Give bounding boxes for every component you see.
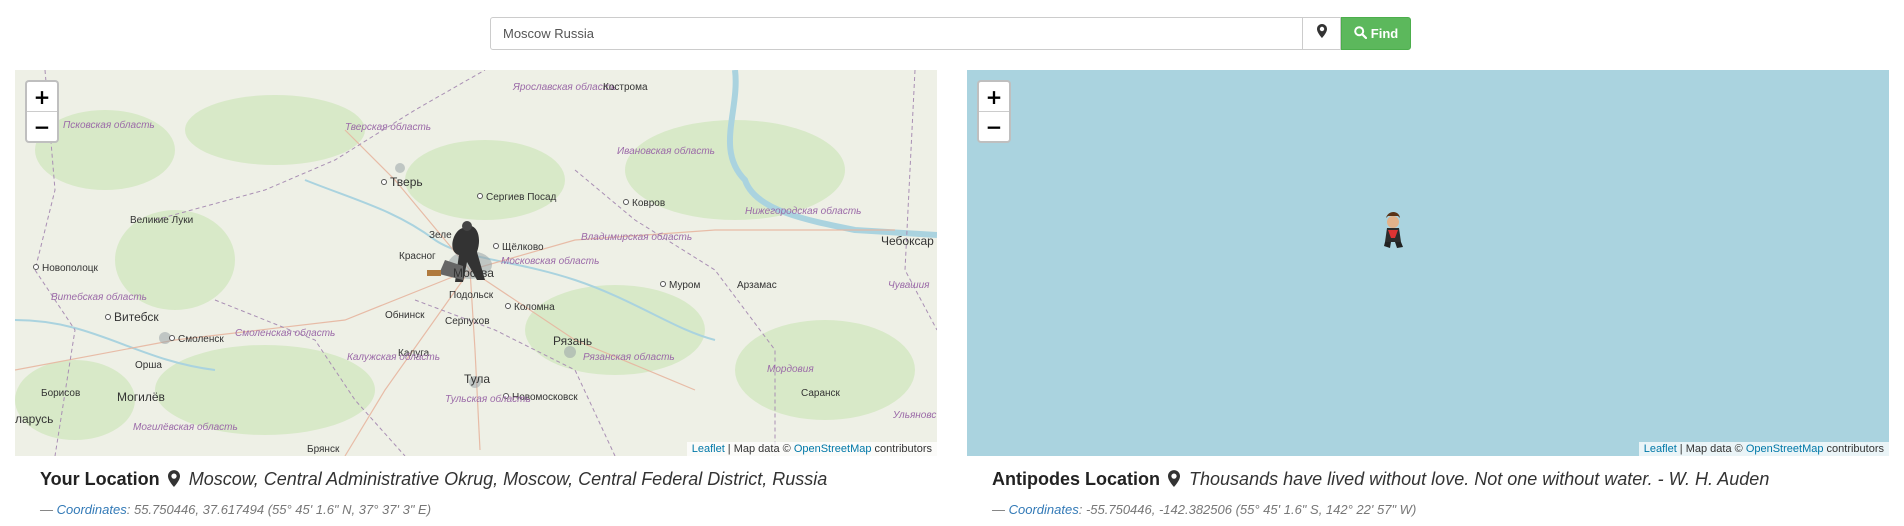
antipodes-caption: Antipodes Location Thousands have lived … (967, 456, 1889, 517)
map-label: Кострома (603, 82, 648, 93)
coord-prefix: — (40, 502, 57, 517)
person-marker (1384, 212, 1403, 248)
attribution-suffix: contributors (1823, 443, 1884, 455)
antipodes-coordinates: — Coordinates: -55.750446, -142.382506 (… (992, 502, 1864, 517)
map-label: Борисов (41, 388, 81, 399)
locate-button[interactable] (1303, 17, 1341, 50)
map-label: Брянск (307, 444, 340, 455)
map-label: Могилёв (117, 390, 165, 404)
zoom-control: + − (25, 80, 59, 143)
map-label: Арзамас (737, 280, 777, 291)
map-label: Чувашия (888, 280, 930, 291)
map-label: Коломна (505, 302, 555, 313)
your-location-map[interactable]: Ярославская область Кострома Псковская о… (15, 70, 937, 456)
your-location-label: Your Location (40, 469, 160, 489)
map-label: Новополоцк (33, 263, 98, 274)
map-label: Тверская область (345, 122, 432, 133)
map-label: ларусь (15, 412, 54, 426)
your-location-caption: Your Location Moscow, Central Administra… (15, 456, 937, 517)
map-label: Ярославская область (513, 82, 617, 93)
map-label: Рязанская область (583, 352, 675, 363)
antipodes-label: Antipodes Location (992, 469, 1160, 489)
map-label: Красног (399, 251, 436, 262)
map-label: Витебская область (51, 292, 147, 303)
coordinates-link[interactable]: Coordinates (1009, 502, 1079, 517)
map-label: Тверь (381, 175, 423, 189)
map-label: Смоленская область (235, 328, 336, 339)
antipodes-map[interactable]: + − Leaflet | Map data © OpenStreetMap c… (967, 70, 1889, 456)
search-input[interactable] (490, 17, 1303, 50)
map-label: Псковская область (63, 120, 155, 131)
coordinates-value: : 55.750446, 37.617494 (55° 45' 1.6" N, … (126, 502, 432, 517)
antipodes-marker-layer (1384, 212, 1403, 248)
map-label: Тульская область (445, 394, 531, 405)
map-label: Смоленск (169, 334, 224, 345)
map-label: Калужская область (347, 352, 441, 363)
map-label: Подольск (449, 290, 494, 301)
map-label: Московская область (501, 256, 600, 267)
attribution-suffix: contributors (871, 443, 932, 455)
zoom-control: + − (977, 80, 1011, 143)
leaflet-link[interactable]: Leaflet (692, 443, 725, 455)
coordinates-link[interactable]: Coordinates (57, 502, 127, 517)
zoom-out-button[interactable]: − (27, 111, 57, 141)
map-label: Серпухов (445, 316, 490, 327)
antipodes-panel: + − Leaflet | Map data © OpenStreetMap c… (967, 70, 1889, 517)
zoom-in-button[interactable]: + (27, 82, 57, 111)
map-marker-icon (167, 470, 180, 492)
openstreetmap-link[interactable]: OpenStreetMap (794, 443, 872, 455)
map-label: Орша (135, 360, 162, 371)
map-label: Обнинск (385, 310, 425, 321)
map-label: Сергиев Посад (477, 192, 556, 203)
map-label: Тула (464, 372, 491, 386)
antipodes-place: Thousands have lived without love. Not o… (1189, 469, 1770, 489)
zoom-in-button[interactable]: + (979, 82, 1009, 111)
map-label: Чебоксар (881, 234, 934, 248)
search-icon (1353, 25, 1367, 42)
map-label: Саранск (801, 388, 840, 399)
coord-prefix: — (992, 502, 1009, 517)
map-marker-icon (1168, 470, 1181, 492)
map-label: Щёлково (493, 242, 544, 253)
coordinates-value: : -55.750446, -142.382506 (55° 45' 1.6" … (1078, 502, 1417, 517)
map-label: Нижегородская область (745, 206, 862, 217)
map-label: Зеле (429, 230, 452, 241)
map-label: Рязань (553, 334, 593, 348)
map-label: Владимирская область (581, 232, 693, 243)
map-attribution: Leaflet | Map data © OpenStreetMap contr… (1638, 442, 1889, 456)
attribution-text: | Map data © (724, 443, 794, 455)
search-bar: Find (490, 17, 1411, 50)
zoom-out-button[interactable]: − (979, 111, 1009, 141)
map-label: Ульяновс область (893, 410, 937, 421)
your-location-panel: Ярославская область Кострома Псковская о… (15, 70, 937, 517)
map-label: Москва (453, 266, 494, 280)
map-marker-icon (1316, 24, 1327, 43)
map-label: Ивановская область (617, 146, 715, 157)
map-label: Великие Луки (130, 215, 194, 226)
map-label: Мордовия (767, 364, 814, 375)
find-button-label: Find (1370, 26, 1399, 41)
attribution-text: | Map data © (1676, 443, 1746, 455)
map-attribution: Leaflet | Map data © OpenStreetMap contr… (686, 442, 937, 456)
your-location-coordinates: — Coordinates: 55.750446, 37.617494 (55°… (40, 502, 912, 517)
map-label: Ковров (623, 198, 665, 209)
leaflet-link[interactable]: Leaflet (1644, 443, 1677, 455)
find-button[interactable]: Find (1341, 17, 1411, 50)
your-location-place: Moscow, Central Administrative Okrug, Mo… (188, 469, 828, 489)
map-label: Муром (660, 280, 700, 291)
openstreetmap-link[interactable]: OpenStreetMap (1746, 443, 1824, 455)
map-label: Витебск (105, 310, 159, 324)
map-label: Могилёвская область (133, 422, 238, 433)
